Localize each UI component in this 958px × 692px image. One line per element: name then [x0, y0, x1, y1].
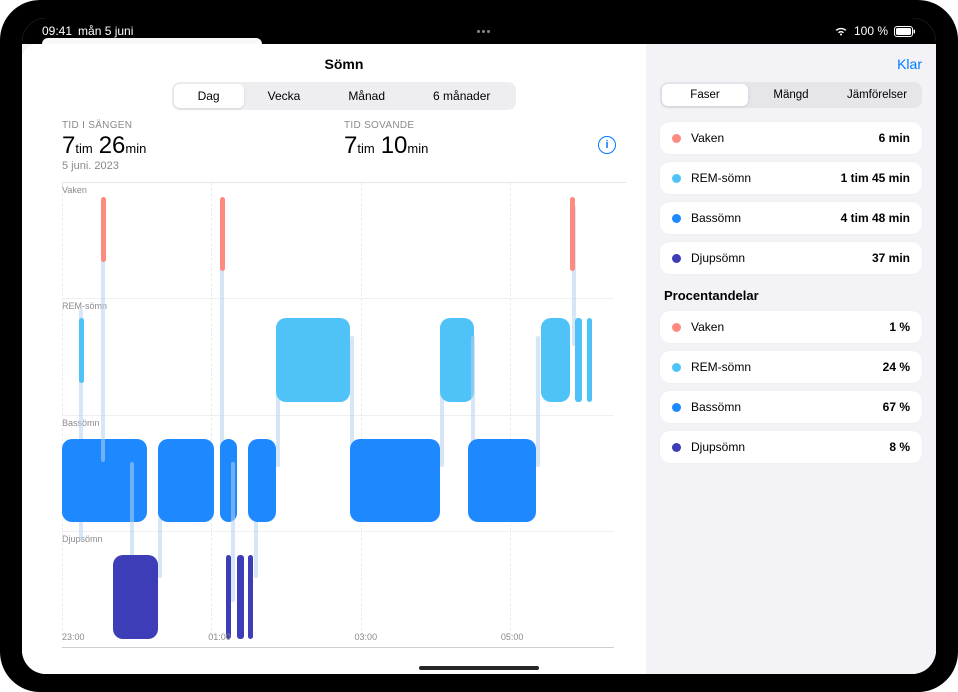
period-tab-day[interactable]: Dag [174, 84, 244, 108]
swatch-core [672, 403, 681, 412]
lane-label-awake: Vaken [62, 185, 87, 195]
summary-stats: TID I SÄNGEN 7tim26min 5 juni. 2023 TID … [62, 120, 626, 172]
period-tab-month[interactable]: Månad [324, 84, 409, 108]
stage-name: Bassömn [691, 211, 841, 225]
chart-connector [536, 336, 540, 466]
summary-date: 5 juni. 2023 [62, 160, 344, 172]
chart-segment [587, 318, 592, 402]
status-date: mån 5 juni [78, 24, 133, 38]
percent-row-awake[interactable]: Vaken 1 % [660, 311, 922, 343]
page-title: Sömn [62, 56, 626, 72]
chart-segment [248, 439, 276, 523]
stage-name: REM-sömn [691, 360, 883, 374]
stage-name: Bassömn [691, 400, 883, 414]
x-tick: 03:00 [355, 632, 378, 642]
in-bed-label: TID I SÄNGEN [62, 120, 344, 131]
in-bed-value: 7tim26min [62, 132, 344, 160]
stage-row-awake[interactable]: Vaken 6 min [660, 122, 922, 154]
percent-row-core[interactable]: Bassömn 67 % [660, 391, 922, 423]
stage-value: 67 % [883, 400, 910, 414]
stage-value: 1 tim 45 min [841, 171, 910, 185]
chart-segment [237, 555, 244, 639]
chart-segment [158, 439, 214, 523]
stage-durations-list: Vaken 6 min REM-sömn 1 tim 45 min Bassöm… [660, 122, 922, 274]
stage-value: 24 % [883, 360, 910, 374]
stage-name: Djupsömn [691, 440, 889, 454]
done-button[interactable]: Klar [897, 56, 922, 72]
chart-segment [468, 439, 536, 523]
info-button[interactable]: i [598, 136, 616, 154]
swatch-core [672, 214, 681, 223]
detail-tab-phases[interactable]: Faser [662, 84, 748, 106]
swatch-awake [672, 323, 681, 332]
swatch-awake [672, 134, 681, 143]
percent-row-deep[interactable]: Djupsömn 8 % [660, 431, 922, 463]
detail-tab-compare[interactable]: Jämförelser [834, 84, 920, 106]
chart-segment [575, 318, 582, 402]
stage-row-core[interactable]: Bassömn 4 tim 48 min [660, 202, 922, 234]
lane-label-rem: REM-sömn [62, 301, 107, 311]
swatch-deep [672, 254, 681, 263]
chart-segment [276, 318, 349, 402]
x-tick: 01:00 [208, 632, 231, 642]
stage-name: Vaken [691, 131, 879, 145]
stage-name: Djupsömn [691, 251, 872, 265]
battery-percent: 100 % [854, 24, 888, 38]
chart-segment [226, 555, 231, 639]
chart-segment [248, 555, 253, 639]
screen: 09:41 mån 5 juni 100 % Sömn [22, 18, 936, 674]
stage-value: 8 % [889, 440, 910, 454]
period-segmented-control: Dag Vecka Månad 6 månader [172, 82, 517, 110]
chart-segment [541, 318, 569, 402]
chart-segment [79, 318, 84, 383]
home-indicator[interactable] [419, 666, 539, 670]
wifi-icon [834, 26, 848, 36]
period-tab-week[interactable]: Vecka [244, 84, 325, 108]
chart-segment [101, 197, 106, 262]
stage-name: Vaken [691, 320, 889, 334]
multitask-dots[interactable] [133, 30, 834, 33]
swatch-rem [672, 174, 681, 183]
device-frame: 09:41 mån 5 juni 100 % Sömn [0, 0, 958, 692]
detail-tab-amount[interactable]: Mängd [748, 84, 834, 106]
x-axis: 23:00 01:00 03:00 05:00 [62, 632, 614, 648]
asleep-value: 7tim10min [344, 132, 626, 160]
chart-segment [350, 439, 440, 523]
content-area: Sömn Dag Vecka Månad 6 månader TID I SÄN… [22, 44, 936, 674]
percent-section-title: Procentandelar [664, 288, 922, 303]
chart-segment [440, 318, 474, 402]
stage-percent-list: Vaken 1 % REM-sömn 24 % Bassömn 67 % [660, 311, 922, 463]
period-tab-6months[interactable]: 6 månader [409, 84, 514, 108]
stage-row-rem[interactable]: REM-sömn 1 tim 45 min [660, 162, 922, 194]
chart-segment [570, 197, 575, 271]
side-panel: Klar Faser Mängd Jämförelser Vaken 6 min [646, 44, 936, 674]
chart-segment [220, 197, 225, 271]
asleep-label: TID SOVANDE [344, 120, 626, 131]
stage-value: 1 % [889, 320, 910, 334]
x-tick: 05:00 [501, 632, 524, 642]
x-tick: 23:00 [62, 632, 85, 642]
stage-row-deep[interactable]: Djupsömn 37 min [660, 242, 922, 274]
sleep-stages-chart[interactable]: Vaken REM-sömn Bassömn Djupsömn [62, 182, 626, 648]
status-time: 09:41 [42, 24, 72, 38]
stage-value: 37 min [872, 251, 910, 265]
percent-row-rem[interactable]: REM-sömn 24 % [660, 351, 922, 383]
chart-connector [231, 462, 235, 602]
detail-segmented-control: Faser Mängd Jämförelser [660, 82, 922, 108]
battery-icon [894, 26, 916, 37]
chart-segment [113, 555, 158, 639]
swatch-rem [672, 363, 681, 372]
stage-value: 6 min [879, 131, 910, 145]
swatch-deep [672, 443, 681, 452]
main-panel: Sömn Dag Vecka Månad 6 månader TID I SÄN… [22, 44, 646, 674]
stage-value: 4 tim 48 min [841, 211, 910, 225]
stage-name: REM-sömn [691, 171, 841, 185]
